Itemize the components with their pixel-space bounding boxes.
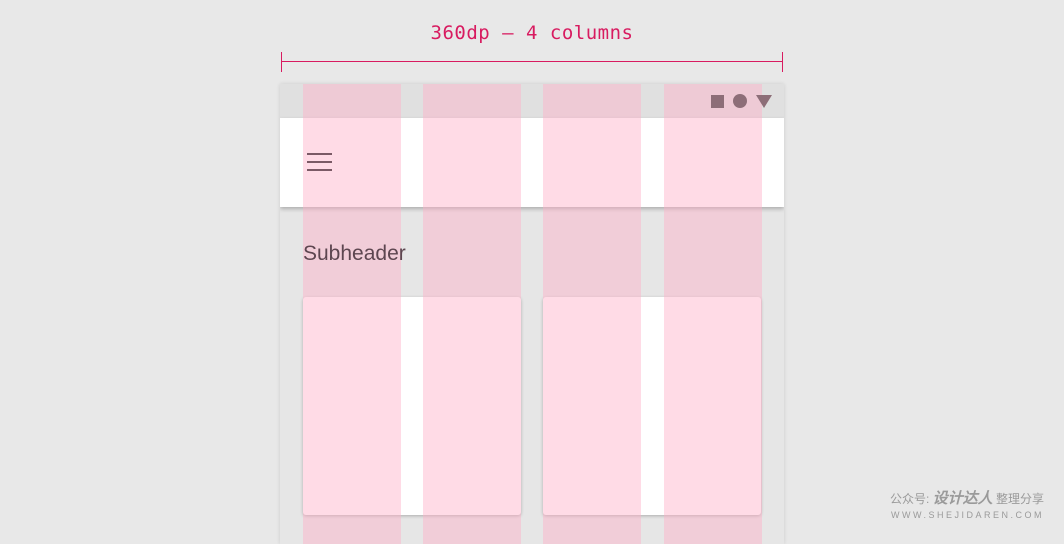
content-card[interactable] <box>303 297 521 515</box>
status-bar <box>280 84 784 118</box>
menu-icon[interactable] <box>307 153 332 171</box>
dimension-tick-left <box>281 52 282 72</box>
status-bar-icons <box>711 94 772 108</box>
dimension-line <box>281 61 783 62</box>
watermark-brand: 公众号: 设计达人 整理分享 <box>889 490 1044 507</box>
width-dimension-line <box>281 52 783 72</box>
watermark-site: WWW.SHEJIDAREN.COM <box>891 510 1044 520</box>
circle-icon <box>733 94 747 108</box>
watermark: 公众号: 设计达人 整理分享 WWW.SHEJIDAREN.COM <box>890 487 1044 520</box>
grid-width-label: 360dp – 4 columns <box>430 22 634 44</box>
triangle-icon <box>756 94 772 108</box>
content-card[interactable] <box>543 297 761 515</box>
subheader: Subheader <box>303 242 406 265</box>
phone-screen: Subheader <box>280 84 784 544</box>
square-icon <box>711 94 724 108</box>
app-bar <box>280 118 784 207</box>
dimension-tick-right <box>782 52 783 72</box>
